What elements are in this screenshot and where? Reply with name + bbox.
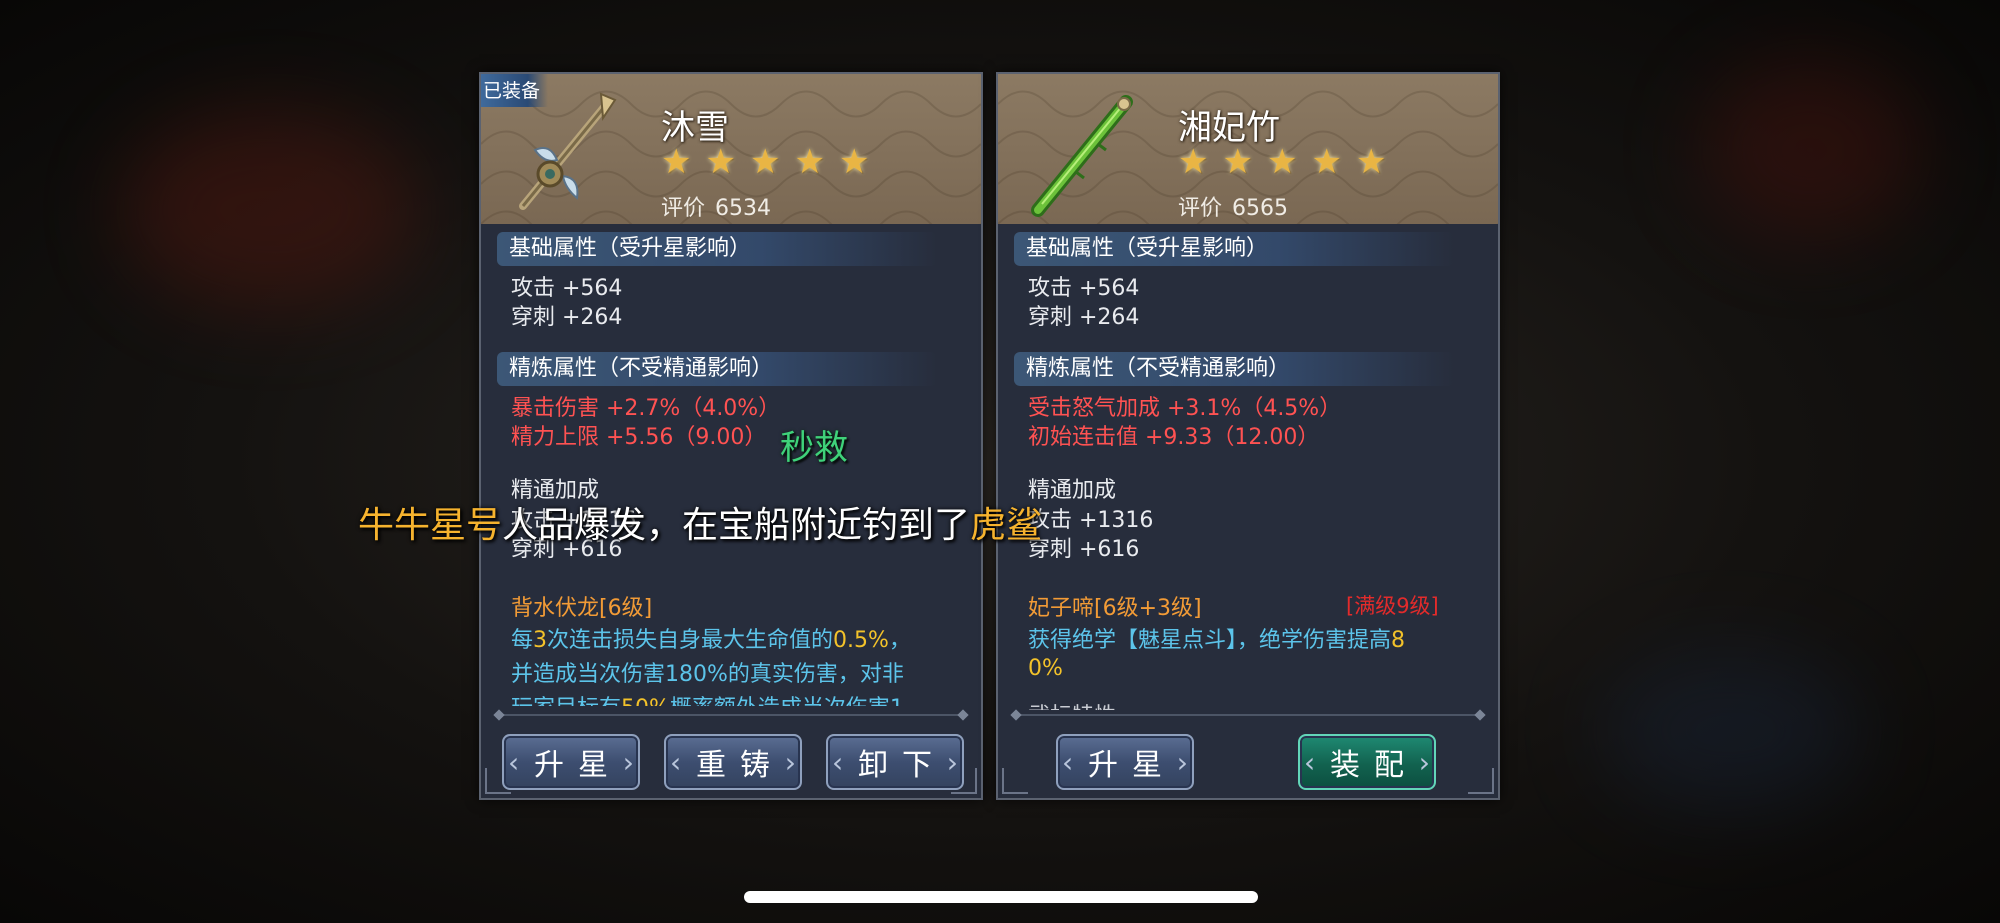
refine-stat: 初始连击值 +9.33（12.00）: [1028, 425, 1320, 450]
broadcast-item: 虎鲨: [970, 505, 1043, 546]
mastery-stat: 穿刺 +616: [1028, 537, 1140, 562]
star-icon: ★: [838, 142, 870, 182]
star-rating: ★ ★ ★ ★ ★: [661, 142, 869, 182]
skill-description: 每3次连击损失自身最大生命值的0.5%，: [511, 628, 911, 653]
base-stat: 攻击 +564: [1028, 276, 1140, 301]
base-stat: 攻击 +564: [511, 276, 623, 301]
upgrade-star-button[interactable]: ‹ 升星 ›: [1056, 734, 1194, 790]
button-label: 卸下: [858, 748, 946, 783]
background-glow: [1700, 60, 1920, 240]
rating-value: 6565: [1232, 196, 1289, 221]
item-header: 已装备 沐雪 ★ ★ ★ ★ ★ 评价 6534: [481, 74, 981, 224]
corner-ornament: [485, 768, 511, 794]
spear-icon: [519, 92, 617, 210]
star-icon: ★: [705, 142, 736, 182]
skill-description: 0%: [1028, 656, 1063, 681]
skill-description-cut: 武标特性: [1028, 698, 1116, 710]
item-header: 湘妃竹 ★ ★ ★ ★ ★ 评价 6565: [998, 74, 1498, 224]
star-icon: ★: [661, 142, 692, 182]
skill-description: 玩家目标有50%概率额外造成当次伤害1: [511, 690, 904, 706]
divider: [499, 714, 963, 716]
button-label: 升星: [1088, 748, 1176, 783]
chevron-left-icon: ‹: [1304, 746, 1316, 779]
broadcast-message: 人品爆发，在宝船附近钓到了: [502, 505, 971, 546]
chevron-left-icon: ‹: [670, 746, 682, 779]
item-stats[interactable]: 基础属性（受升星影响） 攻击 +564 穿刺 +264 精炼属性（不受精通影响）…: [998, 224, 1498, 774]
home-indicator[interactable]: [744, 891, 1258, 903]
compare-weapon-panel: 湘妃竹 ★ ★ ★ ★ ★ 评价 6565 基础属性（受升星影响） 攻击 +564…: [996, 72, 1500, 800]
rescue-popup-text: 秒救: [780, 428, 848, 468]
chevron-right-icon: ›: [1418, 746, 1430, 779]
unequip-button[interactable]: ‹ 卸下 ›: [826, 734, 964, 790]
corner-ornament: [1002, 768, 1028, 794]
item-rating: 评价 6565: [1178, 190, 1288, 222]
chevron-left-icon: ‹: [1062, 746, 1074, 779]
broadcast-player: 牛牛星号: [358, 505, 503, 546]
star-icon: ★: [1311, 142, 1342, 182]
skill-description: 获得绝学【魅星点斗】，绝学伤害提高8: [1028, 628, 1406, 653]
base-attributes-header: 基础属性（受升星影响）: [497, 232, 937, 266]
base-attributes-header: 基础属性（受升星影响）: [1014, 232, 1454, 266]
star-icon: ★: [794, 142, 825, 182]
background-glow: [1600, 650, 1860, 810]
corner-ornament: [1468, 768, 1494, 794]
equipped-weapon-panel: 已装备 沐雪 ★ ★ ★ ★ ★ 评价 6534 基础属性（受升星影响） 攻击 +…: [479, 72, 983, 800]
refine-attributes-header: 精炼属性（不受精通影响）: [1014, 352, 1454, 386]
rating-value: 6534: [715, 196, 772, 221]
refine-stat: 受击怒气加成 +3.1%（4.5%）: [1028, 396, 1342, 421]
item-rating: 评价 6534: [661, 190, 771, 222]
refine-stat: 精力上限 +5.56（9.00）: [511, 425, 767, 450]
equip-button[interactable]: ‹ 装配 ›: [1298, 734, 1436, 790]
chevron-right-icon: ›: [784, 746, 796, 779]
chevron-left-icon: ‹: [832, 746, 844, 779]
rating-label: 评价: [661, 196, 706, 221]
button-label: 升星: [534, 748, 622, 783]
reforge-button[interactable]: ‹ 重铸 ›: [664, 734, 802, 790]
skill-description: 并造成当次伤害180%的真实伤害，对非: [511, 662, 904, 687]
star-icon: ★: [1178, 142, 1209, 182]
refine-attributes-header: 精炼属性（不受精通影响）: [497, 352, 937, 386]
background-glow: [120, 110, 420, 310]
chevron-right-icon: ›: [622, 746, 634, 779]
refine-stat: 暴击伤害 +2.7%（4.0%）: [511, 396, 781, 421]
chevron-right-icon: ›: [1176, 746, 1188, 779]
mastery-stat: 攻击 +1316: [1028, 508, 1154, 533]
button-label: 重铸: [696, 748, 784, 783]
upgrade-star-button[interactable]: ‹ 升星 ›: [502, 734, 640, 790]
divider: [1016, 714, 1480, 716]
base-stat: 穿刺 +264: [511, 305, 623, 330]
corner-ornament: [951, 768, 977, 794]
skill-name: 背水伏龙[6级]: [511, 596, 653, 621]
button-label: 装配: [1330, 748, 1418, 783]
star-icon: ★: [1355, 142, 1387, 182]
star-icon: ★: [749, 142, 781, 182]
star-icon: ★: [1266, 142, 1298, 182]
star-icon: ★: [1222, 142, 1253, 182]
star-rating: ★ ★ ★ ★ ★: [1178, 142, 1386, 182]
bamboo-flute-icon: [1031, 95, 1133, 217]
world-broadcast: 牛牛星号人品爆发，在宝船附近钓到了虎鲨: [358, 496, 1042, 548]
base-stat: 穿刺 +264: [1028, 305, 1140, 330]
skill-name: 妃子啼[6级+3级]: [1028, 596, 1202, 621]
max-level-badge: [满级9级]: [1346, 594, 1439, 618]
rating-label: 评价: [1178, 196, 1223, 221]
